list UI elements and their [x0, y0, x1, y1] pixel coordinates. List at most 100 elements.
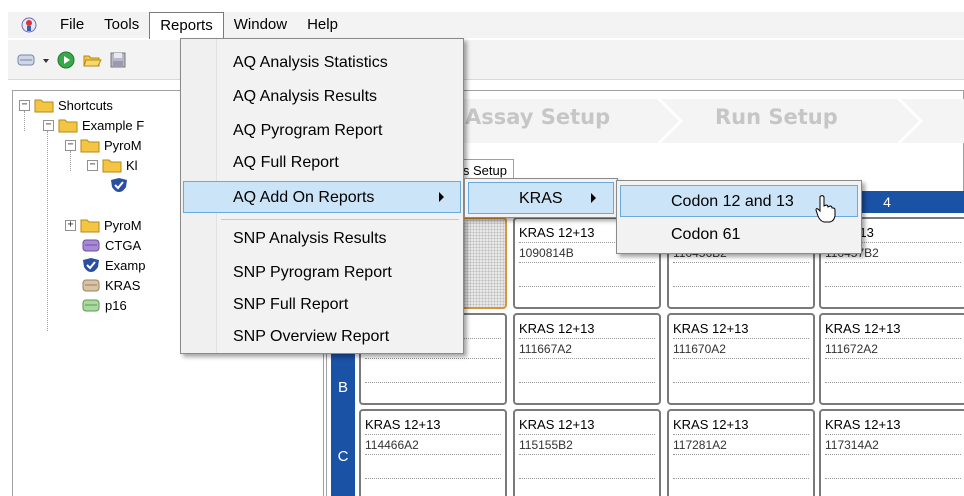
menu-item-snp-full-report[interactable]: SNP Full Report	[233, 289, 348, 321]
menu-help[interactable]: Help	[297, 12, 348, 38]
well-c3[interactable]: KRAS 12+13 117281A2	[667, 409, 815, 496]
app-icon[interactable]	[20, 16, 38, 34]
expand-icon[interactable]: +	[65, 219, 76, 231]
tree-label: CTGA	[105, 237, 142, 253]
well-sample: 115155B2	[519, 435, 655, 455]
folder-icon	[102, 159, 122, 173]
shield-check-icon	[83, 258, 99, 272]
tree-label: PyroM	[104, 217, 142, 233]
menu-item-snp-analysis-results[interactable]: SNP Analysis Results	[233, 223, 387, 255]
well-sample: 111672A2	[825, 339, 961, 359]
hand-cursor-icon	[815, 195, 836, 223]
database-icon[interactable]	[16, 50, 36, 70]
folder-icon	[34, 99, 54, 113]
well-note	[519, 455, 655, 479]
assay-tan-icon	[82, 279, 100, 292]
well-assay: KRAS 12+13	[673, 415, 809, 435]
step-assay-setup[interactable]: Assay Setup	[465, 105, 610, 129]
tree-label: Kl	[126, 157, 138, 173]
well-c1[interactable]: KRAS 12+13 114466A2	[359, 409, 507, 496]
well-assay: KRAS 12+13	[825, 415, 961, 435]
dropdown-arrow-icon[interactable]	[42, 50, 50, 70]
well-assay: KRAS 12+13	[673, 319, 809, 339]
menu-bar: File Tools Reports Window Help	[8, 12, 964, 39]
well-sample: 117314A2	[825, 435, 961, 455]
well-c4[interactable]: KRAS 12+13 117314A2	[819, 409, 964, 496]
submenu-arrow-icon	[439, 192, 444, 202]
save-icon[interactable]	[108, 50, 128, 70]
tree-label: PyroM	[104, 137, 142, 153]
well-b3[interactable]: KRAS 12+13 111670A2	[667, 313, 815, 405]
window-frame-top	[0, 0, 964, 8]
menu-item-aq-analysis-statistics[interactable]: AQ Analysis Statistics	[233, 47, 388, 79]
well-assay: KRAS 12+13	[365, 415, 501, 435]
tree-connector	[47, 131, 48, 331]
menu-window[interactable]: Window	[224, 12, 297, 38]
menu-item-aq-full-report[interactable]: AQ Full Report	[233, 147, 339, 179]
well-assay: KRAS 12+13	[519, 415, 655, 435]
tree-item-pyro1[interactable]: − PyroM	[65, 135, 142, 155]
well-note	[365, 359, 501, 383]
step-run-setup[interactable]: Run Setup	[715, 105, 838, 129]
collapse-icon[interactable]: −	[19, 99, 30, 111]
tree-item-k1[interactable]: − Kl	[87, 155, 138, 175]
folder-icon	[80, 139, 100, 153]
tree-item-checked-run[interactable]	[109, 175, 133, 195]
menu-item-aq-analysis-results[interactable]: AQ Analysis Results	[233, 81, 377, 113]
well-note	[673, 263, 809, 287]
menu-file[interactable]: File	[50, 12, 94, 38]
menu-item-aq-add-on-reports[interactable]: AQ Add On Reports	[183, 181, 461, 213]
well-note	[519, 263, 655, 287]
well-b2[interactable]: KRAS 12+13 111667A2	[513, 313, 661, 405]
folder-icon	[80, 219, 100, 233]
collapse-icon[interactable]: −	[65, 139, 76, 151]
tree-item-p16[interactable]: p16	[81, 295, 127, 315]
tree-item-examp[interactable]: Examp	[81, 255, 145, 275]
assay-purple-icon	[82, 239, 100, 252]
well-note	[365, 455, 501, 479]
well-note	[519, 359, 655, 383]
tree-label: Examp	[105, 257, 146, 273]
tree-label: KRAS	[105, 277, 141, 293]
tree-label: p16	[105, 297, 127, 313]
run-icon[interactable]	[56, 50, 76, 70]
well-sample: 111667A2	[519, 339, 655, 359]
well-note	[825, 359, 961, 383]
well-assay: KRAS 12+13	[825, 319, 961, 339]
collapse-icon[interactable]: −	[43, 119, 54, 131]
row-header-c: C	[331, 415, 355, 496]
reports-menu: AQ Analysis Statistics AQ Analysis Resul…	[180, 38, 464, 354]
well-note	[825, 455, 961, 479]
shield-check-icon	[111, 178, 127, 192]
tree-item-pyro2[interactable]: + PyroM	[65, 215, 142, 235]
tree-item-ctga[interactable]: CTGA	[81, 235, 141, 255]
well-b4[interactable]: KRAS 12+13 111672A2	[819, 313, 964, 405]
menu-item-snp-pyrogram-report[interactable]: SNP Pyrogram Report	[233, 257, 392, 289]
well-sample: 114466A2	[365, 435, 501, 455]
toolbar	[8, 40, 964, 80]
tree-label: Example F	[82, 117, 145, 133]
collapse-icon[interactable]: −	[87, 159, 98, 171]
well-c2[interactable]: KRAS 12+13 115155B2	[513, 409, 661, 496]
row-label: B	[337, 378, 348, 396]
tree-item-example[interactable]: − Example F	[43, 115, 144, 135]
open-folder-icon[interactable]	[82, 50, 102, 70]
tree-item-shortcuts[interactable]: − Shortcuts	[19, 95, 113, 115]
well-sample: 111670A2	[673, 339, 809, 359]
tree-label: Shortcuts	[58, 97, 113, 113]
menu-reports[interactable]: Reports	[149, 12, 224, 39]
menu-item-snp-overview-report[interactable]: SNP Overview Report	[233, 321, 389, 353]
menu-item-aq-pyrogram-report[interactable]: AQ Pyrogram Report	[233, 115, 382, 147]
submenu-arrow-icon	[591, 193, 596, 203]
assay-green-icon	[82, 299, 100, 312]
row-label: C	[337, 447, 349, 465]
well-sample: 117281A2	[673, 435, 809, 455]
menu-item-codon-61[interactable]: Codon 61	[671, 219, 740, 251]
menu-tools[interactable]: Tools	[94, 12, 149, 38]
well-note	[673, 455, 809, 479]
folder-icon	[58, 119, 78, 133]
well-assay: KRAS 12+13	[519, 319, 655, 339]
menu-separator	[221, 219, 459, 220]
well-note	[825, 263, 961, 287]
tree-item-kras[interactable]: KRAS	[81, 275, 140, 295]
